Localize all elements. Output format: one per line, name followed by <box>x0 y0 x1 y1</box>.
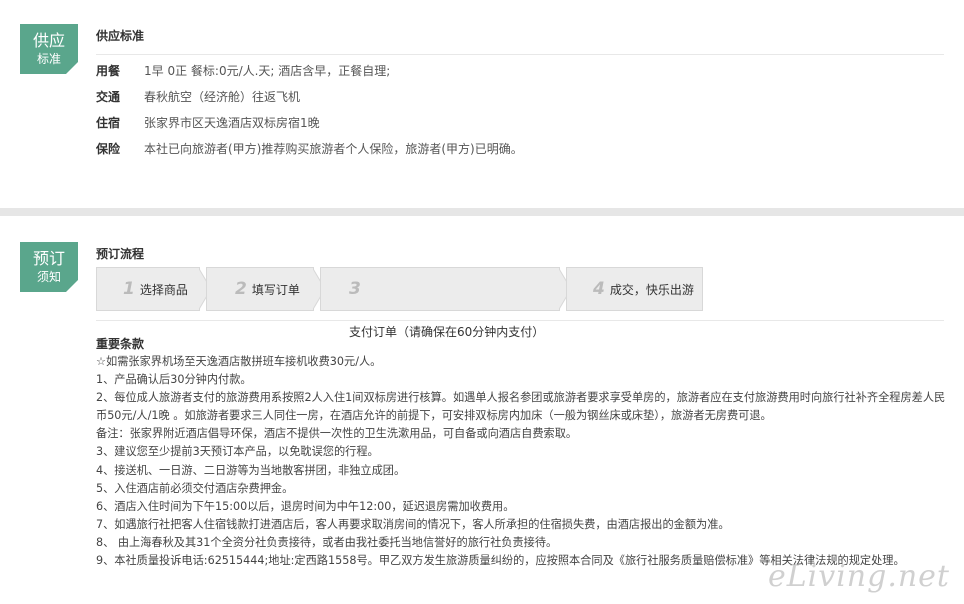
supply-row-value: 本社已向旅游者(甲方)推荐购买旅游者个人保险，旅游者(甲方)已明确。 <box>144 142 523 156</box>
supply-row-transport: 交通 春秋航空（经济舱）往返飞机 <box>96 89 300 105</box>
supply-standard-title: 供应标准 <box>96 29 145 43</box>
step-label: 填写订单 <box>251 283 300 297</box>
divider <box>96 54 944 55</box>
terms-line: 备注：张家界附近酒店倡导环保，酒店不提供一次性的卫生洗漱用品，可自备或向酒店自费… <box>96 427 578 441</box>
step-complete: 4 成交，快乐出游 <box>566 267 703 311</box>
terms-line: ☆如需张家界机场至天逸酒店散拼班车接机收费30元/人。 <box>96 355 382 368</box>
supply-row-key: 住宿 <box>96 116 121 130</box>
step-label: 成交，快乐出游 <box>609 283 694 297</box>
supply-row-value: 1早 0正 餐标:0元/人.天; 酒店含早，正餐自理; <box>144 64 391 78</box>
badge-bottom-text: 须知 <box>36 270 61 284</box>
step-select-product: 1 选择商品 <box>96 267 212 311</box>
badge-top-text: 供应 <box>32 31 65 50</box>
terms-line: 7、如遇旅行社把客人住宿钱款打进酒店后，客人再要求取消房间的情况下，客人所承担的… <box>96 517 730 531</box>
step-fill-order: 2 填写订单 <box>206 267 326 311</box>
terms-line: 6、酒店入住时间为下午15:00以后，退房时间为中午12:00，延迟退房需加收费… <box>96 499 515 513</box>
supply-standard-panel: 供应 标准 供应标准 用餐 1早 0正 餐标:0元/人.天; 酒店含早，正餐自理;… <box>0 0 964 208</box>
supply-row-value: 春秋航空（经济舱）往返飞机 <box>144 90 301 104</box>
supply-row-meals: 用餐 1早 0正 餐标:0元/人.天; 酒店含早，正餐自理; <box>96 63 390 79</box>
divider <box>96 320 944 321</box>
step-label: 选择商品 <box>139 283 188 297</box>
supply-row-key: 交通 <box>96 90 121 104</box>
terms-line: 2、每位成人旅游者支付的旅游费用系按照2人入住1间双标房进行核算。如遇单人报名参… <box>96 391 946 423</box>
supply-row-key: 保险 <box>96 142 121 156</box>
terms-line: 5、入住酒店前必须交付酒店杂费押金。 <box>96 481 294 495</box>
badge-top-text: 预订 <box>32 249 65 268</box>
important-terms-list: ☆如需张家界机场至天逸酒店散拼班车接机收费30元/人。 1、产品确认后30分钟内… <box>96 353 946 570</box>
supply-row-lodging: 住宿 张家界市区天逸酒店双标房宿1晚 <box>96 115 320 131</box>
step-number: 4 <box>593 279 605 299</box>
step-number: 1 <box>123 279 135 299</box>
booking-notice-badge: 预订 须知 <box>20 242 79 293</box>
step-number: 3 <box>349 279 361 299</box>
terms-line: 8、 由上海春秋及其31个全资分社负责接待，或者由我社委托当地信誉好的旅行社负责… <box>96 535 558 549</box>
important-terms-title: 重要条款 <box>96 337 145 351</box>
step-number: 2 <box>235 279 247 299</box>
step-label: 支付订单（请确保在60分钟内支付） <box>349 325 545 339</box>
terms-line: 4、接送机、一日游、二日游等为当地散客拼团，非独立成团。 <box>96 463 406 477</box>
terms-line: 1、产品确认后30分钟内付款。 <box>96 373 252 387</box>
supply-row-insurance: 保险 本社已向旅游者(甲方)推荐购买旅游者个人保险，旅游者(甲方)已明确。 <box>96 141 523 157</box>
supply-row-key: 用餐 <box>96 64 121 78</box>
supply-row-value: 张家界市区天逸酒店双标房宿1晚 <box>144 116 320 130</box>
badge-bottom-text: 标准 <box>36 52 61 66</box>
supply-standard-badge: 供应 标准 <box>20 24 79 75</box>
booking-notice-panel: 预订 须知 预订流程 1 选择商品 2 填写订单 3 支付订单（请确保在60分钟内支付… <box>0 216 964 604</box>
step-pay-order: 3 支付订单（请确保在60分钟内支付） <box>320 267 572 339</box>
watermark-logo: eLiving.net <box>767 559 950 594</box>
booking-process-title: 预订流程 <box>96 247 145 261</box>
terms-line: 3、建议您至少提前3天预订本产品，以免耽误您的行程。 <box>96 445 379 459</box>
